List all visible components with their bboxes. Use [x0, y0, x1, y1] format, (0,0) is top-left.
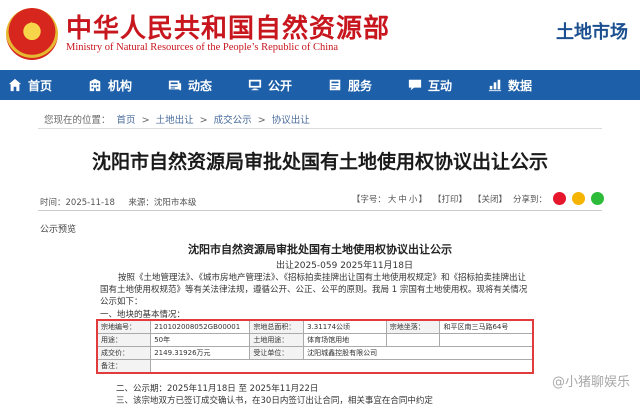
print-button[interactable]: 【打印】 [433, 193, 467, 205]
nav-item-institution[interactable]: 机构 [88, 70, 168, 100]
doc-number: 出让2025-059 2025年11月18日 [276, 261, 413, 271]
nav-item-interact[interactable]: 互动 [408, 70, 488, 100]
table-cell: 体育场馆用地 [303, 333, 387, 347]
breadcrumb-prefix: 您现在的位置： [44, 115, 111, 126]
land-info-table: 宗地编号： 210102008052GB00001 宗地总面积： 3.31174… [96, 319, 534, 374]
section-title[interactable]: 土地市场 [556, 18, 628, 44]
table-cell: 受让单位： [249, 346, 305, 360]
watermark: @小猪聊娱乐 [551, 375, 630, 390]
font-size-label: 【字号： [351, 194, 386, 205]
table-cell: 土地用途： [249, 333, 305, 347]
nav-item-news[interactable]: 动态 [168, 70, 248, 100]
table-cell [150, 359, 534, 374]
publish-date: 时间：2025-11-18 [40, 198, 115, 208]
table-cell: 2149.31926万元 [150, 346, 251, 360]
chat-icon [408, 78, 422, 92]
nav-label: 公开 [268, 78, 293, 93]
table-cell: 3.31174公顷 [303, 319, 387, 334]
article-source: 来源：沈阳市本级 [128, 198, 197, 208]
national-emblem-logo: ★ [6, 8, 58, 60]
breadcrumb-item-home[interactable]: 首页 [117, 115, 136, 126]
breadcrumb-item-deal-notice[interactable]: 成交公示 [214, 115, 252, 126]
site-header: ★ 中华人民共和国自然资源部 Ministry of Natural Resou… [0, 0, 640, 70]
doc-section-2: 二、公示期：2025年11月18日 至 2025年11月22日 [116, 384, 319, 394]
table-row: 用途： 50年 土地用途： 体育场馆用地 [96, 333, 534, 347]
nav-label: 首页 [28, 78, 53, 93]
breadcrumb-item-agreement[interactable]: 协议出让 [272, 115, 310, 126]
qzone-share-icon[interactable] [572, 192, 585, 205]
article-tools: 【字号： 大 中 小 】 【打印】 【关闭】 分享到： [352, 192, 604, 205]
table-cell: 用途： [96, 333, 152, 347]
table-cell: 宗地总面积： [249, 319, 305, 334]
breadcrumb-separator: > [141, 115, 150, 126]
share-label: 分享到： [512, 194, 547, 205]
table-row: 宗地编号： 210102008052GB00001 宗地总面积： 3.31174… [96, 319, 534, 334]
nav-item-data[interactable]: 数据 [488, 70, 568, 100]
preview-label: 公示预览 [40, 225, 77, 235]
table-cell: 和平区南三马路64号 [439, 319, 534, 334]
table-cell [385, 333, 441, 347]
font-size-large[interactable]: 大 [388, 193, 397, 205]
breadcrumb-separator: > [257, 115, 266, 126]
nav-label: 互动 [428, 78, 453, 93]
nav-item-service[interactable]: 服务 [328, 70, 408, 100]
doc-title: 沈阳市自然资源局审批处国有土地使用权协议出让公示 [188, 243, 452, 256]
table-cell [439, 333, 534, 347]
site-title[interactable]: 中华人民共和国自然资源部 [66, 8, 390, 45]
star-icon: ★ [24, 18, 39, 37]
building-icon [88, 78, 102, 92]
nav-label: 机构 [108, 78, 133, 93]
breadcrumb-separator: > [199, 115, 208, 126]
nav-label: 服务 [348, 78, 373, 93]
nav-item-public[interactable]: 公开 [248, 70, 328, 100]
table-cell: 宗地坐落： [385, 319, 441, 334]
table-cell: 50年 [150, 333, 251, 347]
nav-label: 数据 [508, 78, 533, 93]
font-size-medium[interactable]: 中 [398, 193, 407, 205]
site-subtitle: Ministry of Natural Resources of the Peo… [66, 42, 339, 53]
weibo-share-icon[interactable] [553, 192, 566, 205]
breadcrumb-item-land-transfer[interactable]: 土地出让 [156, 115, 194, 126]
home-icon [8, 78, 22, 92]
divider [38, 128, 602, 129]
wechat-share-icon[interactable] [591, 192, 604, 205]
service-icon [328, 78, 342, 92]
article-meta: 时间：2025-11-18 来源：沈阳市本级 [40, 196, 196, 208]
breadcrumb: 您现在的位置： 首页 > 土地出让 > 成交公示 > 协议出让 [44, 112, 313, 126]
divider [38, 210, 602, 211]
table-row: 成交价： 2149.31926万元 受让单位： 沈阳城鑫控股有限公司 [96, 346, 534, 360]
table-cell: 成交价： [96, 346, 152, 360]
news-icon [168, 78, 182, 92]
table-cell: 210102008052GB00001 [150, 319, 251, 334]
doc-paragraph: 按照《土地管理法》、《城市房地产管理法》、《招标拍卖挂牌出让国有土地使用权规定》… [100, 273, 528, 307]
table-row: 备注： [96, 359, 534, 374]
nav-label: 动态 [188, 78, 213, 93]
close-button[interactable]: 【关闭】 [473, 193, 507, 205]
font-size-small[interactable]: 小 [409, 193, 418, 205]
nav-item-home[interactable]: 首页 [8, 70, 88, 100]
table-cell: 沈阳城鑫控股有限公司 [303, 346, 534, 360]
monitor-icon [248, 78, 262, 92]
font-size-end: 】 [418, 194, 427, 205]
table-cell: 备注： [96, 359, 152, 374]
main-navbar: 首页 机构 动态 公开 服务 互动 数据 [0, 70, 640, 100]
table-cell: 宗地编号： [96, 319, 152, 334]
doc-section-3: 三、该宗地双方已签订成交确认书，在30日内签订出让合同，相关事宜在合同中约定 [116, 396, 433, 404]
article-title: 沈阳市自然资源局审批处国有土地使用权协议出让公示 [91, 151, 548, 173]
chart-icon [488, 78, 502, 92]
